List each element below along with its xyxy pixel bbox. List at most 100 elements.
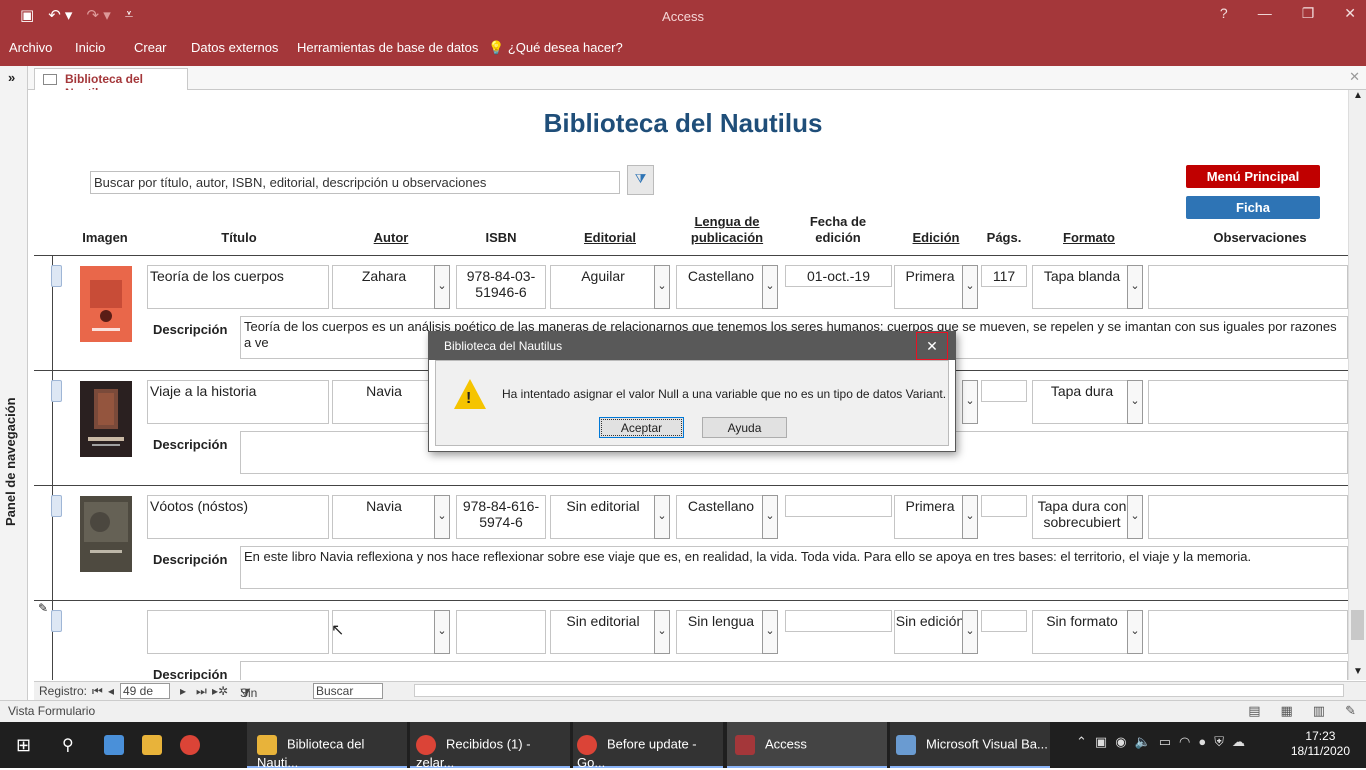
titulo-field[interactable]: Viaje a la historia	[147, 380, 329, 424]
chevron-down-icon[interactable]: ⌄	[654, 265, 670, 309]
editorial-combo[interactable]: Aguilar	[550, 265, 656, 309]
ok-button[interactable]: Aceptar	[599, 417, 684, 438]
tell-me-box[interactable]: 💡 ¿Qué desea hacer?	[488, 40, 623, 56]
formato-combo[interactable]: Tapa dura	[1032, 380, 1132, 424]
chrome-icon[interactable]	[180, 722, 210, 768]
descripcion-field[interactable]	[240, 661, 1348, 680]
autor-combo[interactable]: Navia	[332, 380, 436, 424]
edicion-combo[interactable]: Primera	[894, 495, 966, 539]
clock[interactable]: 17:23 18/11/2020	[1291, 729, 1350, 759]
restore-icon[interactable]: ❐	[1302, 5, 1315, 22]
record-selector[interactable]	[51, 495, 62, 517]
clear-filter-button[interactable]: ⧩	[627, 165, 654, 195]
record-selector[interactable]	[51, 380, 62, 402]
titulo-field[interactable]: Teoría de los cuerpos	[147, 265, 329, 309]
chevron-up-icon[interactable]: ⌃	[1076, 734, 1087, 750]
layout-view-icon[interactable]: ▥	[1313, 703, 1325, 719]
new-record-icon[interactable]: ▸✲	[212, 684, 228, 698]
search-icon[interactable]: ⚲	[62, 722, 74, 768]
descripcion-field[interactable]: En este libro Navia reflexiona y nos hac…	[240, 546, 1348, 589]
formato-combo[interactable]: Tapa blanda	[1032, 265, 1132, 309]
battery-icon[interactable]: ▭	[1159, 734, 1171, 750]
chevron-down-icon[interactable]: ⌄	[962, 495, 978, 539]
notification-badge-icon[interactable]: ◉	[1115, 734, 1126, 750]
record-selector[interactable]	[51, 265, 62, 287]
folder-icon[interactable]	[142, 722, 172, 768]
next-record-icon[interactable]: ▸	[180, 684, 186, 698]
chevron-down-icon[interactable]: ⌄	[1127, 610, 1143, 654]
expand-nav-icon[interactable]: »	[8, 70, 15, 85]
doc-tab-biblioteca[interactable]: Biblioteca del Nautilus	[34, 68, 188, 100]
dialog-close-icon[interactable]: ✕	[916, 332, 948, 360]
tab-datos-externos[interactable]: Datos externos	[191, 40, 278, 55]
help-button[interactable]: Ayuda	[702, 417, 787, 438]
form-view-icon[interactable]: ▤	[1248, 703, 1260, 719]
chevron-down-icon[interactable]: ⌄	[762, 265, 778, 309]
design-view-icon[interactable]: ✎	[1345, 703, 1356, 719]
chevron-down-icon[interactable]: ⌄	[962, 265, 978, 309]
chevron-down-icon[interactable]: ⌄	[1127, 265, 1143, 309]
chevron-down-icon[interactable]: ⌄	[762, 495, 778, 539]
horizontal-scrollbar[interactable]	[414, 684, 1344, 697]
book-cover-image[interactable]	[80, 381, 132, 457]
header-formato[interactable]: Formato	[1052, 230, 1126, 246]
tab-archivo[interactable]: Archivo	[9, 40, 52, 55]
first-record-icon[interactable]: ⏮	[92, 684, 103, 699]
taskbar-item-before-update[interactable]: Before update - Go...	[573, 722, 723, 770]
close-doc-icon[interactable]: ✕	[1349, 69, 1360, 85]
lengua-combo[interactable]: Castellano	[676, 495, 766, 539]
tab-inicio[interactable]: Inicio	[75, 40, 105, 55]
formato-combo[interactable]: Sin formato	[1032, 610, 1132, 654]
record-search-input[interactable]: Buscar	[313, 683, 383, 699]
chevron-down-icon[interactable]: ⌄	[434, 495, 450, 539]
fecha-field[interactable]: 01-oct.-19	[785, 265, 892, 287]
autor-combo[interactable]: Zahara	[332, 265, 436, 309]
pags-field[interactable]	[981, 380, 1027, 402]
antivirus-icon[interactable]: ●	[1198, 734, 1206, 750]
pags-field[interactable]: 117	[981, 265, 1027, 287]
computer-icon[interactable]	[104, 722, 134, 768]
chevron-down-icon[interactable]: ⌄	[1127, 380, 1143, 424]
tab-crear[interactable]: Crear	[134, 40, 167, 55]
shield-icon[interactable]: ⛨	[1214, 734, 1224, 750]
current-record-input[interactable]: 49 de 49	[120, 683, 170, 712]
titulo-field[interactable]	[147, 610, 329, 654]
titulo-field[interactable]: Vóotos (nóstos)	[147, 495, 329, 539]
header-editorial[interactable]: Editorial	[572, 230, 648, 246]
prev-record-icon[interactable]: ◂	[108, 684, 114, 698]
fecha-field[interactable]	[785, 610, 892, 632]
fecha-field[interactable]	[785, 495, 892, 517]
observaciones-field[interactable]	[1148, 610, 1348, 654]
vertical-scrollbar[interactable]: ▲ ▼	[1348, 90, 1366, 680]
editorial-combo[interactable]: Sin editorial	[550, 495, 656, 539]
observaciones-field[interactable]	[1148, 265, 1348, 309]
taskbar-item-access[interactable]: Access	[727, 722, 887, 768]
network-drive-icon[interactable]: ▣	[1095, 734, 1107, 750]
volume-icon[interactable]: 🔈	[1135, 734, 1151, 750]
isbn-field[interactable]: 978-84-03-51946-6	[456, 265, 546, 309]
datasheet-view-icon[interactable]: ▦	[1281, 703, 1293, 719]
formato-combo[interactable]: Tapa dura con sobrecubiert	[1032, 495, 1132, 539]
edicion-combo[interactable]: Primera	[894, 265, 966, 309]
taskbar-item-vba[interactable]: Microsoft Visual Ba...	[890, 722, 1050, 768]
search-input[interactable]: Buscar por título, autor, ISBN, editoria…	[90, 171, 620, 194]
wifi-icon[interactable]: ◠	[1179, 734, 1190, 750]
chevron-down-icon[interactable]: ⌄	[654, 610, 670, 654]
header-autor[interactable]: Autor	[354, 230, 428, 246]
editorial-combo[interactable]: Sin editorial	[550, 610, 656, 654]
isbn-field[interactable]	[456, 610, 546, 654]
navpane-label[interactable]: Panel de navegación	[3, 397, 18, 526]
chevron-down-icon[interactable]: ⌄	[654, 495, 670, 539]
chevron-down-icon[interactable]: ⌄	[962, 380, 978, 424]
minimize-icon[interactable]: —	[1258, 5, 1272, 22]
header-lengua[interactable]: Lengua de publicación	[680, 214, 774, 246]
chevron-down-icon[interactable]: ⌄	[762, 610, 778, 654]
autor-combo[interactable]	[332, 610, 436, 654]
chevron-down-icon[interactable]: ⌄	[434, 265, 450, 309]
chevron-down-icon[interactable]: ⌄	[1127, 495, 1143, 539]
isbn-field[interactable]: 978-84-616-5974-6	[456, 495, 546, 539]
taskbar-item-recibidos[interactable]: Recibidos (1) - zelar...	[410, 722, 570, 770]
help-icon[interactable]: ?	[1220, 5, 1228, 22]
lengua-combo[interactable]: Sin lengua	[676, 610, 766, 654]
scroll-up-icon[interactable]: ▲	[1353, 90, 1363, 101]
